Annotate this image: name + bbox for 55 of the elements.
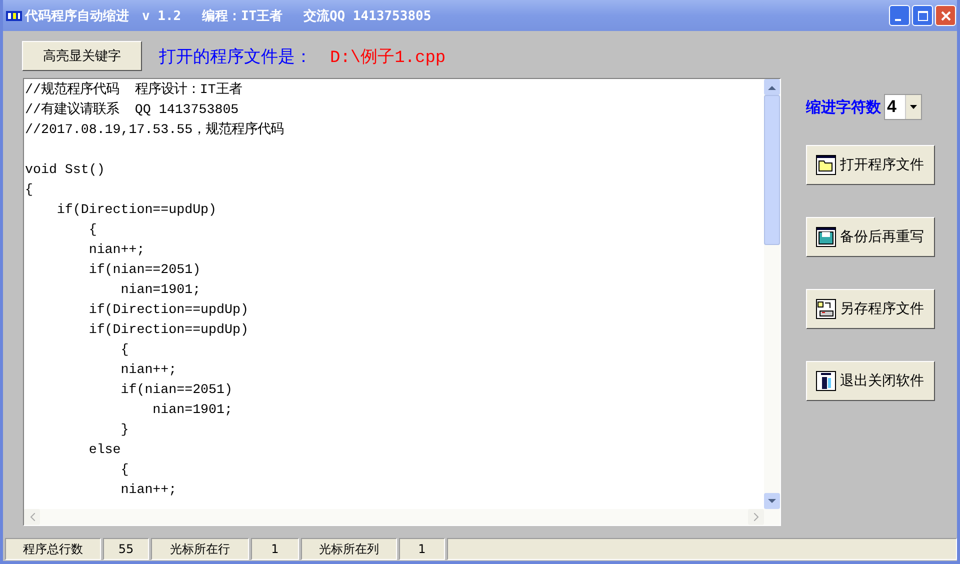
maximize-button[interactable] (912, 5, 933, 26)
indent-dropdown[interactable]: 4 (884, 94, 922, 120)
scroll-thumb[interactable] (764, 95, 780, 245)
action-button[interactable]: 另存程序文件 (806, 289, 935, 329)
close-button[interactable] (935, 5, 956, 26)
code-line: if(Direction==updUp) (88, 321, 250, 339)
maximize-icon (918, 10, 928, 20)
file-label: 打开的程序文件是： (159, 46, 312, 68)
code-line: if(nian==2051) (88, 261, 202, 279)
code-editor[interactable] (23, 78, 781, 526)
indent-label: 缩进字符数 (806, 98, 881, 116)
scroll-down-button[interactable] (764, 493, 780, 509)
close-icon (940, 10, 950, 20)
code-line: void Sst() (25, 161, 106, 179)
up-arrow-icon (768, 84, 776, 90)
code-line: nian++; (120, 361, 178, 379)
vertical-scrollbar[interactable] (764, 79, 780, 509)
scroll-up-button[interactable] (764, 79, 780, 95)
scroll-right-button[interactable] (748, 509, 764, 525)
action-button[interactable]: 打开程序文件 (806, 145, 935, 185)
code-line: if(Direction==updUp) (56, 201, 218, 219)
code-line: nian++; (88, 241, 146, 259)
app-icon (6, 8, 22, 22)
status-field: 光标所在列 (301, 538, 397, 560)
minimize-icon (894, 18, 900, 20)
status-field: 光标所在行 (151, 538, 249, 560)
code-line: nian=1901; (152, 401, 234, 419)
code-line: } (120, 421, 130, 439)
highlight-keywords-button[interactable]: 高亮显关键字 (22, 41, 142, 71)
down-arrow-icon (768, 498, 776, 504)
comment-line: //规范程序代码 程序设计：IT王者 (25, 80, 243, 99)
code-line: nian=1901; (120, 281, 202, 299)
window-title: 代码程序自动缩进 v 1.2 编程：IT王者 交流QQ 1413753805 (25, 8, 432, 24)
comment-line: //有建议请联系 QQ 1413753805 (25, 100, 240, 119)
action-button[interactable]: 退出关闭软件 (806, 361, 935, 401)
comment-line: //2017.08.19,17.53.55，规范程序代码 (25, 120, 285, 139)
code-line: { (88, 221, 98, 239)
file-path: D:\例子1.cpp (330, 48, 446, 68)
code-line: if(nian==2051) (120, 381, 234, 399)
action-button[interactable]: 备份后再重写 (806, 217, 935, 257)
code-line: nian++; (120, 481, 178, 499)
code-line: { (25, 181, 34, 199)
horizontal-scrollbar[interactable] (24, 509, 780, 525)
status-field: 程序总行数 (5, 538, 101, 560)
code-line: if(Direction==updUp) (88, 301, 250, 319)
scroll-left-button[interactable] (24, 509, 40, 525)
minimize-button[interactable] (889, 5, 910, 26)
code-line: { (120, 461, 130, 479)
status-field: 55 (103, 538, 149, 560)
status-field: 1 (399, 538, 445, 560)
caret-icon (910, 105, 917, 109)
code-line: else (88, 441, 122, 459)
code-line: { (120, 341, 130, 359)
status-field: 1 (251, 538, 299, 560)
folder-icon (816, 155, 836, 175)
